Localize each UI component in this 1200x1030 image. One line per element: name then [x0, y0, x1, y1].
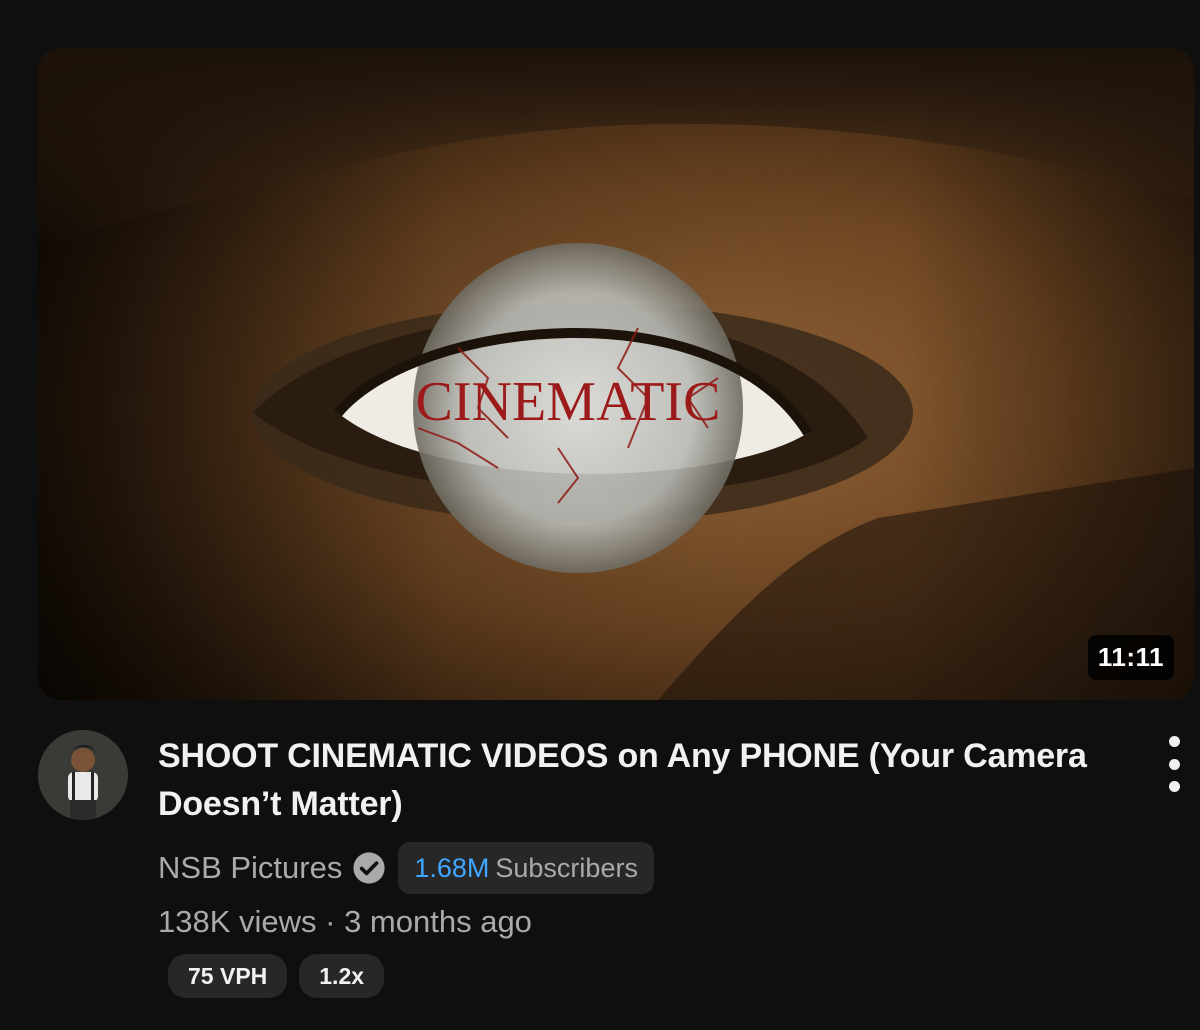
more-vertical-icon[interactable]: [1154, 736, 1194, 792]
badge-row: 75 VPH 1.2x: [168, 954, 1098, 998]
video-thumbnail[interactable]: CINEMATIC 11:11: [38, 48, 1194, 700]
multiplier-badge: 1.2x: [299, 954, 385, 998]
menu-dot: [1168, 758, 1180, 770]
video-stats: 138K views · 3 months ago: [158, 904, 532, 939]
subscriber-label: Subscribers: [495, 852, 638, 883]
vph-badge: 75 VPH: [168, 954, 288, 998]
video-title[interactable]: SHOOT CINEMATIC VIDEOS on Any PHONE (You…: [158, 732, 1098, 828]
channel-name[interactable]: NSB Pictures: [158, 850, 342, 886]
menu-dot: [1168, 781, 1180, 792]
thumbnail-image: CINEMATIC: [38, 48, 1194, 700]
video-card: CINEMATIC 11:11 SHOOT CINEMATIC VIDEOS o…: [0, 0, 1200, 1030]
channel-avatar[interactable]: [38, 730, 128, 820]
duration-badge: 11:11: [1087, 635, 1174, 680]
check-circle-icon: [352, 851, 386, 885]
channel-row: NSB Pictures 1.68M Subscribers: [158, 842, 1098, 894]
thumbnail-text: CINEMATIC: [416, 371, 721, 433]
subscriber-count: 1.68M: [414, 852, 490, 883]
video-meta: SHOOT CINEMATIC VIDEOS on Any PHONE (You…: [158, 732, 1098, 998]
subscriber-pill: 1.68M Subscribers: [398, 842, 654, 894]
menu-dot: [1168, 736, 1180, 747]
